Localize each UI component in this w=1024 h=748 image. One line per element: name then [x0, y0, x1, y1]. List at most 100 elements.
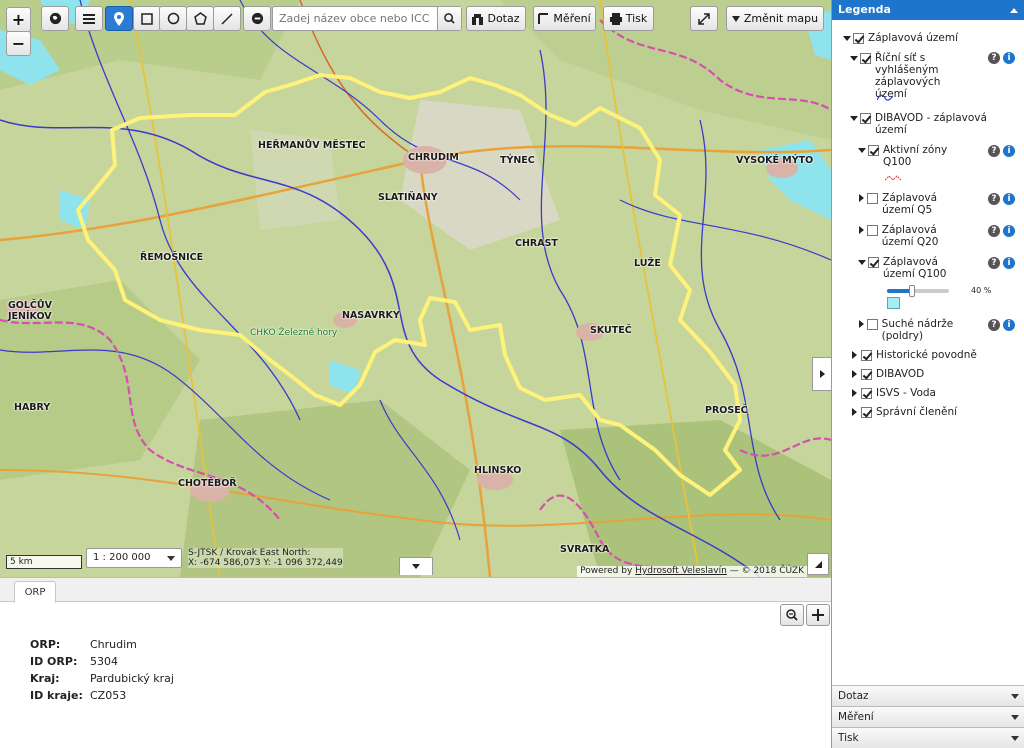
select-line-button[interactable] [213, 6, 241, 31]
attribute-row: ORP: Chrudim [30, 638, 174, 655]
ruler-icon [538, 12, 549, 24]
expand-toggle-icon[interactable] [850, 349, 859, 361]
change-map-button[interactable]: Změnit mapu [726, 6, 824, 31]
coordinates-readout: S-JTSK / Krovak East North: X: -674 586,… [188, 548, 343, 568]
tab-orp[interactable]: ORP [14, 581, 56, 603]
chevron-down-icon [1011, 736, 1019, 741]
expand-toggle-icon[interactable] [850, 387, 859, 399]
zoom-in-button[interactable]: + [6, 7, 31, 32]
info-icon[interactable]: i [1003, 257, 1015, 269]
layers-button[interactable] [75, 6, 103, 31]
layer-checkbox[interactable] [866, 225, 878, 236]
move-icon [812, 609, 824, 621]
info-icon[interactable]: i [1003, 52, 1015, 64]
map-label-chko: CHKO Železné hory [250, 328, 338, 338]
legend-header[interactable]: Legenda [832, 0, 1024, 20]
expand-icon [698, 12, 710, 25]
collapse-bottom-panel-button[interactable] [399, 557, 433, 575]
help-icon[interactable]: ? [988, 319, 1000, 331]
menu-icon [83, 13, 95, 24]
map-canvas[interactable]: CHRUDIM HEŘMANŮV MĚSTEC TÝNEC SLATIŇANY … [0, 0, 831, 577]
toggle-legend-button[interactable] [812, 357, 831, 391]
pan-to-feature-button[interactable] [806, 604, 830, 626]
attribute-key: ORP: [30, 638, 61, 651]
layer-actions: ? i [988, 145, 1015, 157]
layer-checkbox[interactable] [860, 113, 871, 124]
layer-checkbox[interactable] [860, 53, 871, 64]
accordion-label: Tisk [838, 732, 859, 744]
expand-toggle-icon[interactable] [850, 112, 858, 124]
layer-checkbox[interactable] [868, 145, 879, 156]
binoculars-icon [472, 13, 484, 25]
expand-toggle-icon[interactable] [850, 368, 859, 380]
layer-dibavod: DIBAVOD [850, 368, 924, 380]
zoom-to-feature-button[interactable] [780, 604, 804, 626]
expand-toggle-icon[interactable] [842, 32, 851, 44]
clear-selection-button[interactable] [243, 6, 271, 31]
layer-checkbox[interactable] [861, 407, 872, 418]
info-icon[interactable]: i [1003, 319, 1015, 331]
accordion-measure[interactable]: Měření [832, 706, 1024, 727]
zoom-out-button[interactable]: − [6, 31, 31, 56]
info-icon[interactable]: i [1003, 193, 1015, 205]
attribute-row: ID kraje: CZ053 [30, 689, 174, 706]
help-icon[interactable]: ? [988, 257, 1000, 269]
powered-link[interactable]: Hydrosoft Veleslavín [635, 566, 727, 576]
map-label-svratka: SVRATKA [560, 544, 610, 555]
layer-actions: ? i [988, 319, 1015, 331]
attribute-row: Kraj: Pardubický kraj [30, 672, 174, 689]
select-rectangle-button[interactable] [133, 6, 161, 31]
select-polygon-button[interactable] [186, 6, 214, 31]
help-icon[interactable]: ? [988, 193, 1000, 205]
expand-toggle-icon[interactable] [858, 192, 865, 204]
search-button[interactable] [437, 7, 461, 30]
layer-checkbox[interactable] [867, 193, 879, 204]
attribute-key: ID ORP: [30, 655, 78, 668]
search-icon [444, 13, 455, 24]
fullscreen-button[interactable] [690, 6, 718, 31]
attribute-key: ID kraje: [30, 689, 83, 702]
expand-toggle-icon[interactable] [858, 318, 865, 330]
map-label-chrast: CHRAST [515, 238, 558, 249]
accordion-print[interactable]: Tisk [832, 727, 1024, 748]
chevron-down-icon [1011, 715, 1019, 720]
layer-checkbox[interactable] [861, 369, 872, 380]
expand-toggle-icon[interactable] [858, 224, 865, 236]
help-icon[interactable]: ? [988, 225, 1000, 237]
overview-map-button[interactable] [807, 553, 829, 575]
measure-button[interactable]: Měření [533, 6, 596, 31]
expand-toggle-icon[interactable] [858, 144, 866, 156]
help-icon[interactable]: ? [988, 52, 1000, 64]
attribute-value: Pardubický kraj [90, 672, 174, 685]
layer-checkbox[interactable] [861, 350, 872, 361]
globe-button[interactable] [41, 6, 69, 31]
scale-value: 1 : 200 000 [93, 552, 151, 563]
expand-toggle-icon[interactable] [850, 52, 858, 64]
layer-label: Záplavová území Q20 [881, 224, 939, 248]
info-icon[interactable]: i [1003, 225, 1015, 237]
info-icon[interactable]: i [1003, 145, 1015, 157]
query-label: Dotaz [487, 12, 520, 25]
expand-toggle-icon[interactable] [850, 406, 859, 418]
query-button[interactable]: Dotaz [466, 6, 526, 31]
collapse-legend-icon[interactable] [1010, 8, 1018, 13]
layer-checkbox[interactable] [866, 319, 878, 330]
opacity-knob[interactable] [908, 285, 915, 297]
attribute-row: ID ORP: 5304 [30, 655, 174, 672]
layer-label: Říční síť s vyhlášeným záplavových území [875, 52, 941, 100]
scale-select[interactable]: 1 : 200 000 [86, 548, 182, 568]
opacity-slider[interactable] [887, 285, 949, 297]
layer-checkbox[interactable] [868, 257, 879, 268]
search-input[interactable] [273, 8, 437, 29]
accordion-query[interactable]: Dotaz [832, 685, 1024, 706]
print-button[interactable]: Tisk [603, 6, 654, 31]
map-label-tynec: TÝNEC [500, 155, 535, 166]
identify-point-button[interactable] [105, 6, 133, 31]
layer-checkbox[interactable] [853, 33, 864, 44]
expand-toggle-icon[interactable] [858, 256, 866, 268]
layer-label: DIBAVOD [876, 368, 925, 380]
layer-checkbox[interactable] [861, 388, 872, 399]
help-icon[interactable]: ? [988, 145, 1000, 157]
select-circle-button[interactable] [159, 6, 187, 31]
scale-bar-label: 5 km [10, 557, 33, 567]
